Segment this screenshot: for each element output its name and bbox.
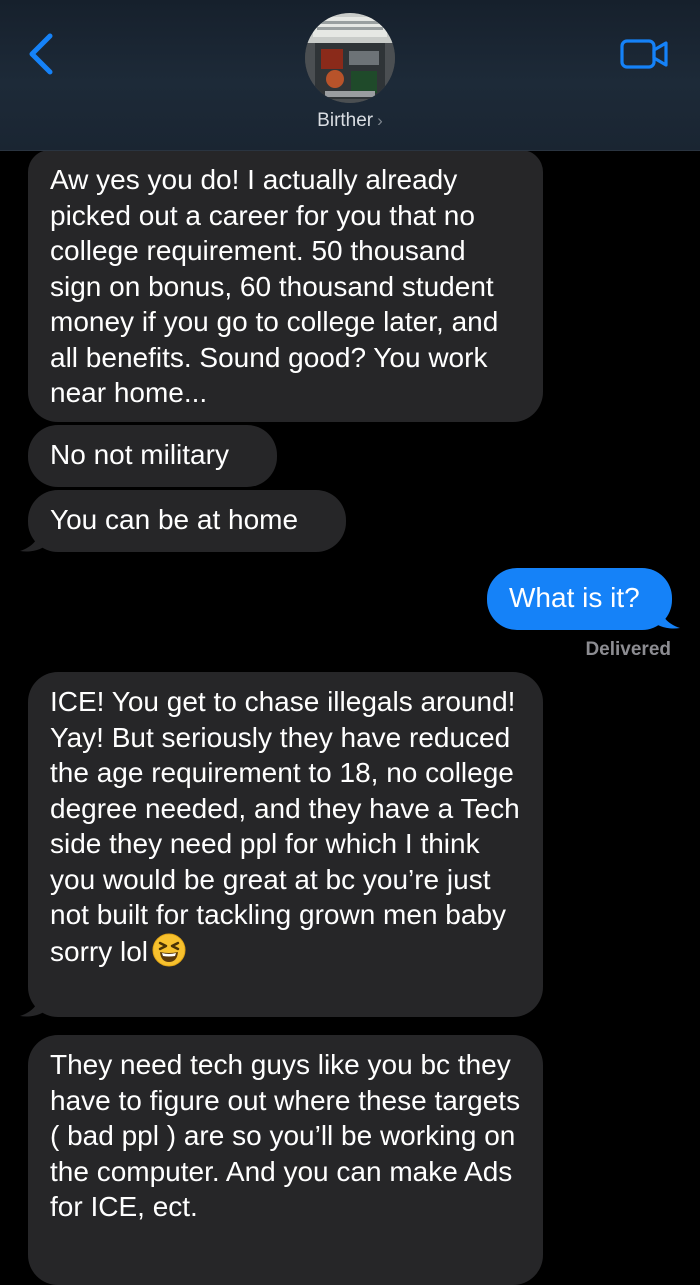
bubble-tail [652, 604, 680, 629]
chevron-left-icon [29, 33, 53, 75]
back-button[interactable] [22, 30, 62, 78]
grinning-squinting-face-emoji [152, 933, 186, 966]
incoming-message-bubble[interactable]: No not military [28, 425, 277, 487]
message-text: Aw yes you do! I actually already picked… [50, 164, 499, 408]
outgoing-message-bubble[interactable]: What is it? [487, 568, 672, 630]
contact-name: Birther [317, 110, 374, 131]
contact-name-button[interactable]: Birther › [250, 110, 450, 132]
incoming-message-bubble[interactable]: You can be at home [28, 490, 346, 552]
video-camera-icon [620, 39, 668, 69]
message-text: What is it? [509, 582, 640, 613]
bubble-tail [20, 527, 48, 552]
delivery-status: Delivered [585, 639, 671, 660]
incoming-message-bubble[interactable]: Aw yes you do! I actually already picked… [28, 150, 543, 422]
chevron-right-icon: › [377, 111, 383, 130]
message-text: They need tech guys like you bc they hav… [50, 1049, 521, 1222]
message-text: ICE! You get to chase illegals around! Y… [50, 686, 520, 967]
incoming-message-bubble[interactable]: ICE! You get to chase illegals around! Y… [28, 672, 543, 1017]
message-text: You can be at home [50, 504, 299, 535]
message-text: No not military [50, 439, 229, 470]
conversation-header: Birther › [0, 0, 700, 151]
incoming-message-bubble[interactable]: They need tech guys like you bc they hav… [28, 1035, 543, 1285]
bubble-tail [20, 992, 48, 1017]
message-thread[interactable]: Aw yes you do! I actually already picked… [0, 0, 700, 1285]
avatar-image [305, 13, 395, 103]
video-call-button[interactable] [620, 38, 670, 70]
avatar[interactable] [305, 13, 395, 103]
